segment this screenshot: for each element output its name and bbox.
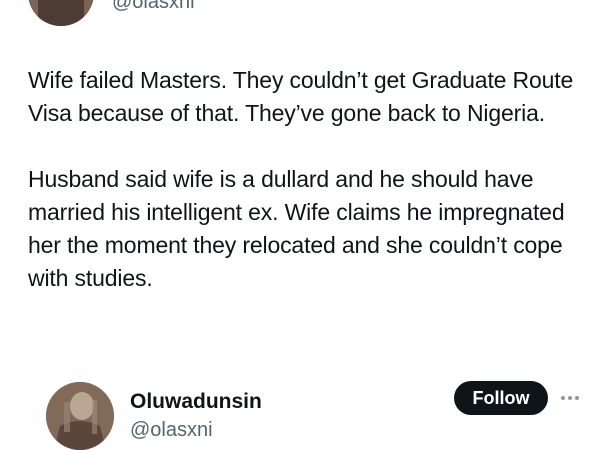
- follow-button[interactable]: Follow: [454, 381, 548, 415]
- tweet-paragraph-2: Husband said wife is a dullard and he sh…: [28, 166, 571, 291]
- tweet-text: Wife failed Masters. They couldn’t get G…: [28, 64, 600, 295]
- avatar-photo-icon: [28, 0, 94, 26]
- author-avatar[interactable]: [46, 382, 114, 450]
- author-handle[interactable]: @olasxni: [130, 418, 213, 442]
- quoted-tweet-header: @olasxni: [0, 0, 600, 32]
- quoted-author-avatar[interactable]: [28, 0, 94, 26]
- tweet-paragraph-1: Wife failed Masters. They couldn’t get G…: [28, 67, 580, 126]
- avatar-photo-icon: [46, 382, 114, 450]
- author-display-name[interactable]: Oluwadunsin: [130, 390, 262, 414]
- author-card: Oluwadunsin @olasxni Follow: [0, 372, 600, 450]
- more-horizontal-icon[interactable]: [558, 386, 582, 410]
- quoted-author-handle[interactable]: @olasxni: [112, 0, 195, 12]
